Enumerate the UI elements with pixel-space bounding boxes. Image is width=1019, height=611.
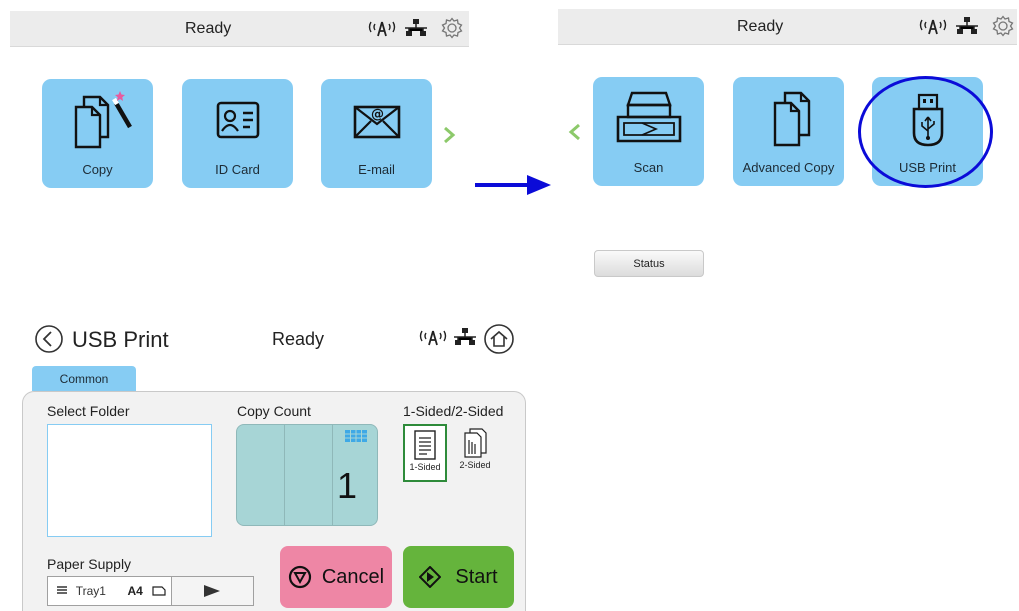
paper-supply-select[interactable]: Tray1 A4 xyxy=(47,576,254,606)
tile-copy[interactable]: Copy xyxy=(42,79,153,188)
paper-size: A4 xyxy=(127,584,143,598)
tile-label: Scan xyxy=(633,160,664,175)
copy-icon xyxy=(733,87,844,153)
tile-label: USB Print xyxy=(898,160,957,175)
wireless-icon xyxy=(368,21,396,37)
status-bar-home-2: Ready xyxy=(558,9,1017,45)
tab-common[interactable]: Common xyxy=(32,366,136,391)
start-button[interactable]: Start xyxy=(403,546,514,608)
copy-count-label: Copy Count xyxy=(237,403,311,419)
tile-label: Copy xyxy=(82,162,113,177)
paper-next-arrow-icon[interactable] xyxy=(170,577,253,605)
id-card-icon xyxy=(182,89,293,155)
copy-count-field[interactable]: 1 xyxy=(236,424,378,526)
wireless-icon xyxy=(919,19,947,35)
status-bar-home-1: Ready xyxy=(10,11,469,47)
start-label: Start xyxy=(455,565,498,588)
email-envelope-icon: @ xyxy=(321,89,432,155)
arrow-right-icon xyxy=(475,175,551,195)
option-label: 2-Sided xyxy=(459,460,491,470)
back-icon[interactable] xyxy=(34,324,64,354)
svg-text:@: @ xyxy=(371,107,384,122)
paper-tray: Tray1 xyxy=(75,584,106,598)
status-icons xyxy=(918,15,1014,37)
keypad-icon[interactable] xyxy=(345,430,367,442)
select-folder-label: Select Folder xyxy=(47,403,130,419)
option-label: 1-Sided xyxy=(409,462,441,472)
usb-drive-icon xyxy=(872,87,983,153)
folder-list[interactable] xyxy=(47,424,212,537)
paper-orientation-icon xyxy=(147,577,171,605)
cancel-label: Cancel xyxy=(321,565,385,588)
tile-usb-print[interactable]: USB Print xyxy=(872,77,983,186)
tile-id-card[interactable]: ID Card xyxy=(182,79,293,188)
scanner-icon xyxy=(593,87,704,153)
tile-label: Advanced Copy xyxy=(742,160,835,175)
gear-icon[interactable] xyxy=(441,17,463,39)
status-button[interactable]: Status xyxy=(594,250,704,277)
tile-advanced-copy[interactable]: Advanced Copy xyxy=(733,77,844,186)
sided-label: 1-Sided/2-Sided xyxy=(403,403,504,419)
stop-icon xyxy=(288,565,311,589)
wireless-icon xyxy=(419,330,447,346)
paper-supply-label: Paper Supply xyxy=(47,556,132,572)
copy-count-value: 1 xyxy=(336,465,357,506)
option-1-sided[interactable]: 1-Sided xyxy=(403,424,447,482)
cancel-button[interactable]: Cancel xyxy=(280,546,392,608)
tile-label: ID Card xyxy=(215,162,260,177)
tile-scan[interactable]: Scan xyxy=(593,77,704,186)
network-icon xyxy=(454,328,476,345)
two-sided-page-icon xyxy=(464,428,487,458)
status-icons xyxy=(367,17,463,39)
tray-icon xyxy=(48,577,76,605)
divider xyxy=(284,425,285,525)
start-diamond-icon xyxy=(419,566,442,588)
network-icon xyxy=(405,19,427,36)
status-text: Ready xyxy=(185,20,232,37)
status-text: Ready xyxy=(272,329,325,349)
status-text: Ready xyxy=(737,18,784,35)
home-icon[interactable] xyxy=(483,323,515,355)
divider xyxy=(332,425,333,525)
copy-magic-icon xyxy=(42,89,153,155)
gear-icon[interactable] xyxy=(992,15,1014,37)
chevron-left-icon[interactable] xyxy=(568,123,582,141)
status-icons xyxy=(418,326,476,348)
one-sided-page-icon xyxy=(414,430,436,460)
tile-email[interactable]: @ E-mail xyxy=(321,79,432,188)
tile-label: E-mail xyxy=(358,162,395,177)
page-title: USB Print xyxy=(72,327,169,352)
chevron-right-icon[interactable] xyxy=(442,126,456,144)
option-2-sided[interactable]: 2-Sided xyxy=(453,424,497,482)
network-icon xyxy=(956,17,978,34)
